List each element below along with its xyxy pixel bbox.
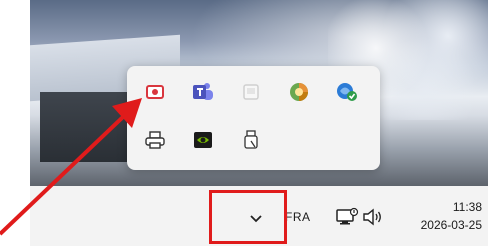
blank-window-icon[interactable] [239,80,263,104]
teams-icon[interactable] [191,80,215,104]
colorful-app-icon[interactable] [287,80,311,104]
clock-date: 2026-03-25 [420,218,482,232]
volume-icon[interactable] [361,206,385,228]
desktop: FRA 11:38 2026-03-25 [30,0,488,246]
screen-recorder-icon[interactable] [143,80,167,104]
shield-check-icon[interactable] [335,80,359,104]
usb-drive-icon[interactable] [239,128,263,152]
nvidia-icon[interactable] [191,128,215,152]
network-icon[interactable] [335,205,359,229]
language-indicator[interactable]: FRA [285,210,311,224]
clock[interactable]: 11:38 2026-03-25 [421,198,482,234]
tray-overflow-flyout [127,66,380,170]
printer-icon[interactable] [143,128,167,152]
clock-time: 11:38 [452,200,482,214]
chevron-highlight-box [209,190,287,244]
